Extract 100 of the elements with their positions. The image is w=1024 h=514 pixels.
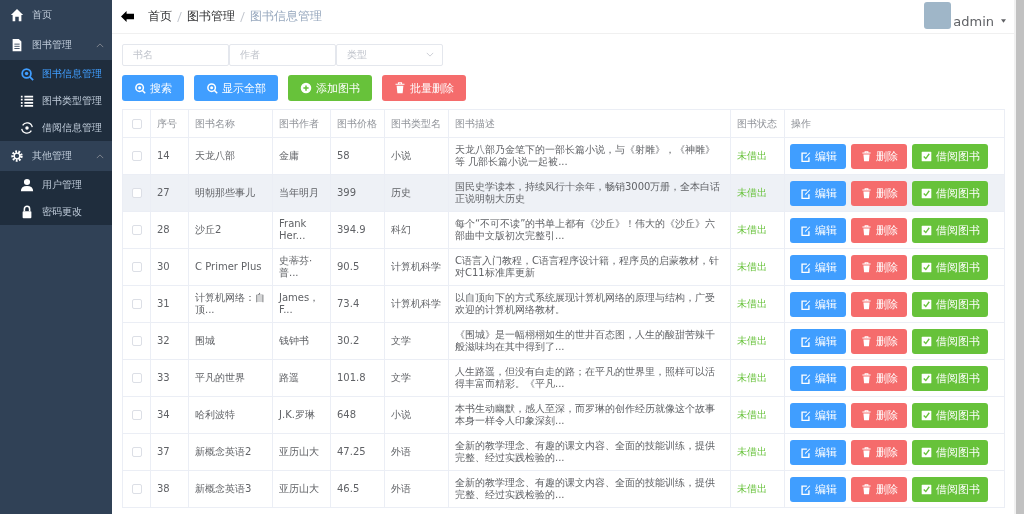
edit-button[interactable]: 编辑 bbox=[790, 402, 846, 428]
borrow-button[interactable]: 借阅图书 bbox=[912, 143, 988, 169]
title-cell: 明朝那些事儿 bbox=[195, 187, 255, 199]
delete-button[interactable]: 删除 bbox=[851, 365, 907, 391]
row-checkbox[interactable] bbox=[131, 373, 142, 383]
title-cell: 围城 bbox=[195, 335, 215, 347]
checkbox-check-icon bbox=[920, 335, 932, 347]
delete-button[interactable]: 删除 bbox=[851, 402, 907, 428]
column-header: 图书状态 bbox=[737, 117, 777, 130]
edit-icon bbox=[799, 372, 811, 384]
id-cell: 14 bbox=[157, 150, 170, 162]
row-checkbox[interactable] bbox=[131, 151, 142, 161]
sidebar-item[interactable]: 首页 bbox=[0, 0, 112, 30]
row-checkbox[interactable] bbox=[131, 299, 142, 309]
row-checkbox[interactable] bbox=[131, 410, 142, 420]
id-cell: 38 bbox=[157, 483, 170, 495]
borrow-button[interactable]: 借阅图书 bbox=[912, 217, 988, 243]
delete-button[interactable]: 删除 bbox=[851, 217, 907, 243]
borrow-button[interactable]: 借阅图书 bbox=[912, 402, 988, 428]
borrow-button[interactable]: 借阅图书 bbox=[912, 180, 988, 206]
edit-button[interactable]: 编辑 bbox=[790, 254, 846, 280]
add-circle-icon bbox=[300, 82, 312, 94]
status-cell: 未借出 bbox=[737, 261, 767, 273]
row-checkbox[interactable] bbox=[131, 262, 142, 272]
edit-button[interactable]: 编辑 bbox=[790, 180, 846, 206]
select-all-checkbox[interactable] bbox=[131, 118, 142, 129]
borrow-button[interactable]: 借阅图书 bbox=[912, 439, 988, 465]
category-cell: 外语 bbox=[391, 483, 411, 495]
sidebar-item[interactable]: 图书管理 bbox=[0, 30, 112, 60]
id-cell: 27 bbox=[157, 187, 170, 199]
edit-button[interactable]: 编辑 bbox=[790, 476, 846, 502]
delete-button[interactable]: 删除 bbox=[851, 291, 907, 317]
edit-icon bbox=[799, 409, 811, 421]
edit-button[interactable]: 编辑 bbox=[790, 291, 846, 317]
scrollbar[interactable] bbox=[1014, 0, 1024, 514]
checkbox-check-icon bbox=[920, 261, 932, 273]
price-cell: 101.8 bbox=[337, 372, 366, 384]
back-arrow-icon[interactable] bbox=[120, 10, 135, 23]
sidebar-subitem[interactable]: 图书信息管理 bbox=[0, 60, 112, 87]
sidebar-subitem[interactable]: 用户管理 bbox=[0, 171, 112, 198]
row-checkbox[interactable] bbox=[131, 225, 142, 235]
borrow-button[interactable]: 借阅图书 bbox=[912, 291, 988, 317]
trash-icon bbox=[860, 261, 872, 273]
author-cell-text: 史蒂芬·普... bbox=[279, 255, 314, 279]
sidebar-item[interactable]: 其他管理 bbox=[0, 141, 112, 171]
delete-button[interactable]: 删除 bbox=[851, 328, 907, 354]
edit-button[interactable]: 编辑 bbox=[790, 439, 846, 465]
delete-button[interactable]: 删除 bbox=[851, 476, 907, 502]
column-header: 图书类型名 bbox=[391, 117, 441, 130]
search-button[interactable]: 搜索 bbox=[122, 75, 184, 101]
delete-button[interactable]: 删除 bbox=[851, 439, 907, 465]
category-cell: 小说 bbox=[391, 409, 411, 421]
delete-button[interactable]: 删除 bbox=[851, 180, 907, 206]
price-cell: 30.2 bbox=[337, 335, 360, 347]
price-cell: 46.5 bbox=[337, 483, 360, 495]
row-checkbox[interactable] bbox=[131, 484, 142, 494]
edit-icon bbox=[799, 187, 811, 199]
category-cell: 计算机科学 bbox=[391, 298, 441, 310]
borrow-button[interactable]: 借阅图书 bbox=[912, 476, 988, 502]
status-cell: 未借出 bbox=[737, 483, 767, 495]
status-cell: 未借出 bbox=[737, 224, 767, 236]
breadcrumb-link[interactable]: 首页 bbox=[148, 8, 172, 25]
caret-icon[interactable] bbox=[1001, 19, 1006, 23]
delete-button[interactable]: 删除 bbox=[851, 254, 907, 280]
borrow-button[interactable]: 借阅图书 bbox=[912, 328, 988, 354]
checkbox-check-icon bbox=[920, 372, 932, 384]
row-checkbox[interactable] bbox=[131, 336, 142, 346]
author-cell-text: James，F... bbox=[279, 292, 321, 316]
row-checkbox[interactable] bbox=[131, 447, 142, 457]
borrow-button[interactable]: 借阅图书 bbox=[912, 365, 988, 391]
category-cell: 文学 bbox=[391, 335, 411, 347]
search-button[interactable]: 显示全部 bbox=[194, 75, 278, 101]
list-icon bbox=[20, 93, 34, 108]
trash-icon bbox=[860, 372, 872, 384]
sidebar-subitem[interactable]: 借阅信息管理 bbox=[0, 114, 112, 141]
trash-icon bbox=[394, 82, 406, 94]
edit-button[interactable]: 编辑 bbox=[790, 328, 846, 354]
title-cell: 沙丘2 bbox=[195, 224, 222, 236]
sidebar-subitem[interactable]: 密码更改 bbox=[0, 198, 112, 225]
avatar-placeholder[interactable] bbox=[924, 2, 952, 29]
author-cell: 路遥 bbox=[279, 372, 299, 384]
status-cell: 未借出 bbox=[737, 446, 767, 458]
add-button[interactable]: 添加图书 bbox=[288, 75, 372, 101]
borrow-button[interactable]: 借阅图书 bbox=[912, 254, 988, 280]
edit-icon bbox=[799, 224, 811, 236]
chevron-icon bbox=[96, 42, 104, 48]
search-field[interactable]: 书名 bbox=[122, 43, 229, 66]
chevron-icon bbox=[426, 52, 434, 57]
username[interactable]: admin bbox=[953, 14, 994, 29]
edit-button[interactable]: 编辑 bbox=[790, 217, 846, 243]
id-cell: 32 bbox=[157, 335, 170, 347]
breadcrumb-link[interactable]: 图书管理 bbox=[187, 8, 235, 25]
edit-button[interactable]: 编辑 bbox=[790, 365, 846, 391]
delete-button[interactable]: 删除 bbox=[851, 143, 907, 169]
edit-button[interactable]: 编辑 bbox=[790, 143, 846, 169]
delete-button[interactable]: 批量删除 bbox=[382, 75, 466, 101]
id-cell: 37 bbox=[157, 446, 170, 458]
row-checkbox[interactable] bbox=[131, 188, 142, 198]
status-cell: 未借出 bbox=[737, 409, 767, 421]
sidebar-subitem[interactable]: 图书类型管理 bbox=[0, 87, 112, 114]
